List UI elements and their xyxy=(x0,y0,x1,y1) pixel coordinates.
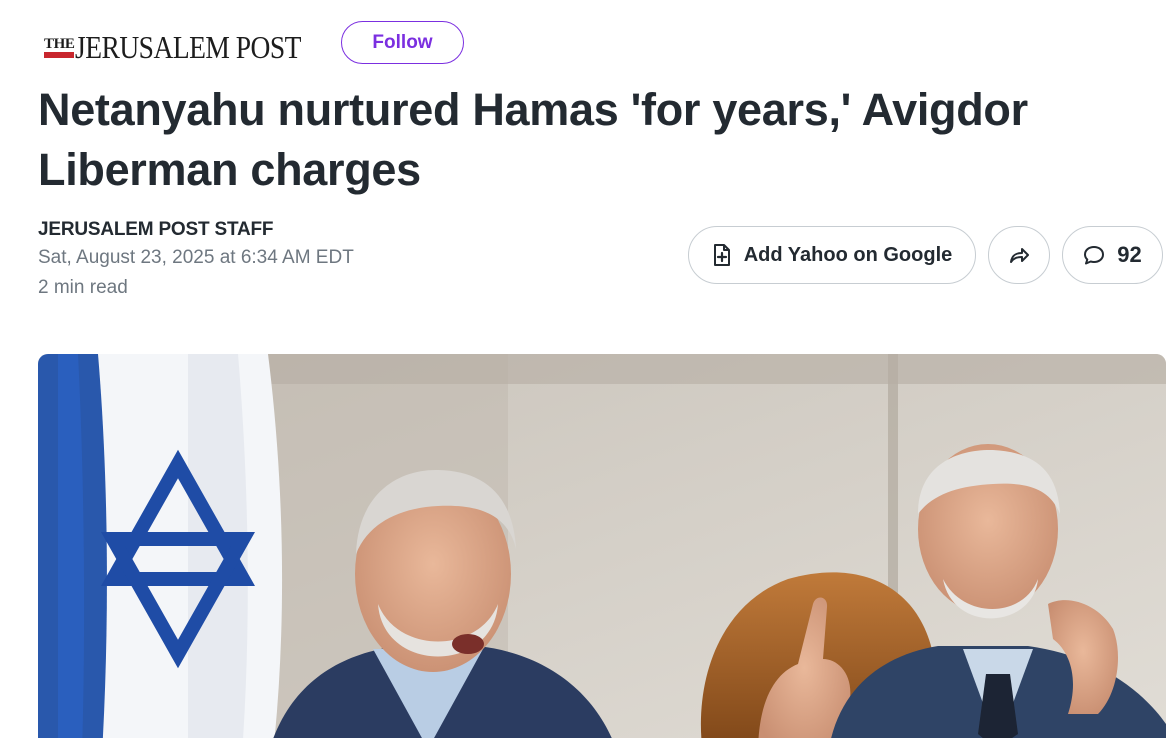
comments-button[interactable]: 92 xyxy=(1062,226,1163,284)
hero-photo xyxy=(38,354,1166,738)
read-time: 2 min read xyxy=(38,277,128,298)
article-headline: Netanyahu nurtured Hamas 'for years,' Av… xyxy=(38,84,1028,195)
publisher-logo[interactable]: THE JERUSALEM POST xyxy=(44,24,338,64)
follow-button[interactable]: Follow xyxy=(341,21,464,64)
document-plus-icon xyxy=(712,243,732,267)
share-arrow-icon xyxy=(1008,245,1030,265)
article-actions: Add Yahoo on Google 92 xyxy=(688,226,1163,284)
logo-red-bar xyxy=(44,51,75,58)
author-name[interactable]: JERUSALEM POST STAFF xyxy=(38,217,354,243)
speech-bubble-icon xyxy=(1083,244,1105,266)
article-page: THE JERUSALEM POST Follow Netanyahu nurt… xyxy=(0,0,1169,738)
logo-main-text: JERUSALEM POST xyxy=(75,28,302,65)
publisher-row: THE JERUSALEM POST Follow xyxy=(44,21,464,66)
logo-the-text: THE xyxy=(44,35,75,52)
add-yahoo-on-google-button[interactable]: Add Yahoo on Google xyxy=(688,226,976,284)
article-hero-image[interactable] xyxy=(38,354,1166,738)
byline: JERUSALEM POST STAFF Sat, August 23, 202… xyxy=(38,217,354,303)
publish-date: Sat, August 23, 2025 at 6:34 AM EDT xyxy=(38,247,354,268)
add-yahoo-on-google-label: Add Yahoo on Google xyxy=(743,243,953,266)
share-button[interactable] xyxy=(988,226,1050,284)
comment-count: 92 xyxy=(1117,242,1142,267)
logo-the: THE xyxy=(44,35,75,58)
